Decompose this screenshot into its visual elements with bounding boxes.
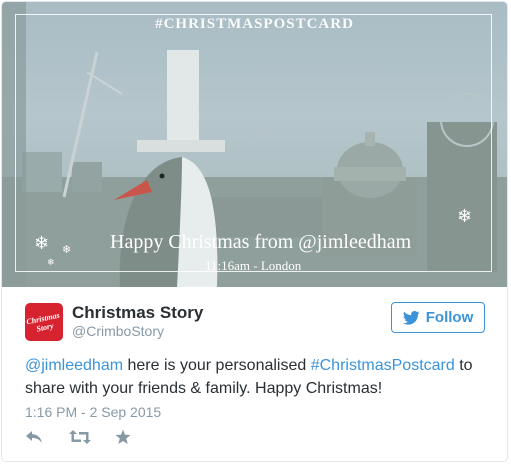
snowflake-icon: ❄: [62, 244, 72, 256]
star-icon[interactable]: [115, 429, 131, 445]
retweet-icon[interactable]: [69, 429, 91, 445]
tweet-text-part: here is your personalised: [123, 357, 311, 374]
bird-icon: [402, 310, 420, 325]
postcard-greeting: Happy Christmas from @jimleedham: [110, 231, 412, 253]
avatar[interactable]: Christmas Story: [25, 303, 63, 341]
snowflake-icon: ❄: [34, 233, 50, 253]
snowflake-icon: ❄: [47, 257, 55, 267]
hashtag-link[interactable]: #ChristmasPostcard: [311, 357, 455, 374]
follow-button[interactable]: Follow: [391, 302, 485, 333]
tweet-card: #CHRISTMASPOSTCARD Happy Christmas from …: [1, 1, 508, 462]
reply-icon[interactable]: [25, 429, 43, 445]
snowflake-icon: ❄: [457, 206, 473, 226]
display-name[interactable]: Christmas Story: [72, 303, 203, 323]
postcard-time-place: 11:16am - London: [205, 258, 302, 273]
mention-link[interactable]: @jimleedham: [25, 357, 123, 374]
user-handle[interactable]: @CrimboStory: [72, 323, 164, 339]
postcard-hashtag-title: #CHRISTMASPOSTCARD: [155, 16, 354, 32]
avatar-logo: Christmas Story: [25, 310, 61, 334]
postcard-image[interactable]: #CHRISTMASPOSTCARD Happy Christmas from …: [2, 2, 507, 287]
tweet-timestamp[interactable]: 1:16 PM - 2 Sep 2015: [25, 404, 161, 420]
follow-label: Follow: [425, 309, 474, 326]
tweet-text: @jimleedham here is your personalised #C…: [25, 354, 495, 400]
